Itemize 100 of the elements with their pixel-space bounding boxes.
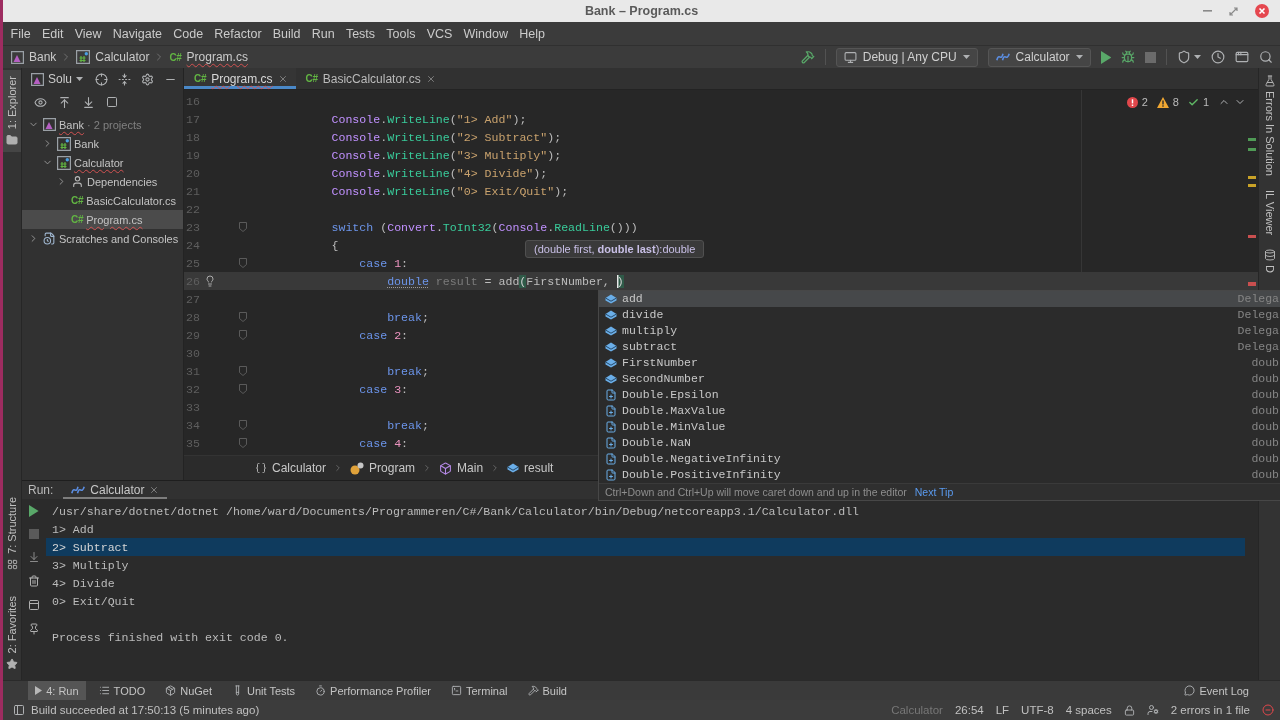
menu-item[interactable]: View xyxy=(69,26,108,41)
play-icon[interactable] xyxy=(29,505,39,517)
close-icon[interactable] xyxy=(149,485,160,495)
menu-item[interactable]: Refactor xyxy=(208,26,268,41)
configuration-dropdown[interactable]: Debug | Any CPU xyxy=(835,47,978,67)
window-icon[interactable] xyxy=(1235,50,1249,64)
tool-window-tab[interactable]: Errors In Solution xyxy=(1263,72,1276,179)
status-item[interactable]: 26:54 xyxy=(954,704,984,716)
status-item[interactable]: UTF-8 xyxy=(1021,704,1054,716)
status-item[interactable]: 4 spaces xyxy=(1065,704,1112,716)
completion-item[interactable]: add Delega xyxy=(599,291,1280,307)
completion-item[interactable]: subtract Delega xyxy=(599,339,1280,355)
menu-item[interactable]: Code xyxy=(167,26,209,41)
list-icon xyxy=(98,685,110,696)
tool-window-tab[interactable]: D xyxy=(1263,246,1276,277)
run-target-dropdown[interactable]: Calculator xyxy=(987,47,1091,67)
crosshair-icon[interactable] xyxy=(95,72,108,86)
status-item[interactable]: LF xyxy=(995,704,1010,716)
tool-window-tab[interactable]: 2: Favorites xyxy=(3,589,21,676)
close-icon[interactable] xyxy=(425,73,436,84)
message-icon xyxy=(1184,685,1196,696)
completion-item[interactable]: Double.Epsilon doub xyxy=(599,387,1280,403)
clock-icon[interactable] xyxy=(1211,50,1225,64)
arrow-up-icon[interactable] xyxy=(58,95,71,109)
menu-item[interactable]: Build xyxy=(267,26,307,41)
pin-icon[interactable] xyxy=(28,623,40,635)
tool-window-button[interactable]: Unit Tests xyxy=(225,681,303,700)
breadcrumb-item[interactable]: Bank xyxy=(11,50,57,64)
tree-item[interactable]: Bank xyxy=(22,134,183,153)
menu-item[interactable]: Edit xyxy=(36,26,70,41)
completion-item[interactable]: FirstNumber doub xyxy=(599,355,1280,371)
menu-item[interactable]: VCS xyxy=(421,26,458,41)
tool-window-tab[interactable]: 1: Explorer xyxy=(3,70,21,153)
breadcrumb-item[interactable]: Calculator xyxy=(76,50,150,64)
play-icon[interactable] xyxy=(1100,50,1111,64)
completion-item[interactable]: Double.PositiveInfinity doub xyxy=(599,467,1280,483)
file-plus-icon xyxy=(605,453,617,465)
run-tab[interactable]: Calculator xyxy=(63,481,168,499)
next-tip-link[interactable]: Next Tip xyxy=(914,486,954,498)
tree-item[interactable]: C# BasicCalculator.cs xyxy=(22,191,183,210)
menu-item[interactable]: Tools xyxy=(380,26,422,41)
trash-icon[interactable] xyxy=(28,575,40,587)
tool-window-tab[interactable]: 7: Structure xyxy=(3,490,21,576)
tree-item[interactable]: Dependencies xyxy=(22,172,183,191)
menu-item[interactable]: Help xyxy=(513,26,551,41)
menu-item[interactable]: Navigate xyxy=(107,26,168,41)
breadcrumb-item[interactable]: Calculator xyxy=(255,461,327,475)
tool-window-button[interactable]: 4: Run xyxy=(28,681,86,700)
menu-item[interactable]: Tests xyxy=(340,26,381,41)
menu-item[interactable]: Window xyxy=(457,26,514,41)
editor-tab[interactable]: C# Program.cs xyxy=(184,68,296,89)
breadcrumb-item[interactable]: Program xyxy=(350,461,416,475)
breadcrumb-item[interactable]: Main xyxy=(439,461,484,475)
arrow-down-icon[interactable] xyxy=(28,551,40,563)
editor-tab[interactable]: C# BasicCalculator.cs xyxy=(295,68,444,89)
completion-item[interactable]: SecondNumber doub xyxy=(599,371,1280,387)
collapse-icon[interactable] xyxy=(118,72,131,86)
completion-item[interactable]: Double.MaxValue doub xyxy=(599,403,1280,419)
tree-item[interactable]: Scratches and Consoles xyxy=(22,229,183,248)
completion-item[interactable]: divide Delega xyxy=(599,307,1280,323)
menu-item[interactable]: Run xyxy=(306,26,341,41)
close-icon[interactable] xyxy=(1255,4,1269,18)
tree-item[interactable]: C# Program.cs xyxy=(22,210,183,229)
search-icon[interactable] xyxy=(1259,50,1273,64)
completion-item[interactable]: multiply Delega xyxy=(599,323,1280,339)
eye-icon[interactable] xyxy=(34,95,47,109)
status-item[interactable]: 2 errors in 1 file xyxy=(1170,704,1250,716)
tool-window-button[interactable]: Event Log xyxy=(1177,681,1256,700)
tool-window-button[interactable]: Terminal xyxy=(443,681,515,700)
tool-window-button[interactable]: NuGet xyxy=(158,681,219,700)
shield-icon[interactable] xyxy=(1177,50,1191,64)
bug-icon[interactable] xyxy=(1121,50,1135,64)
restore-icon[interactable] xyxy=(1229,6,1238,16)
lock-icon[interactable] xyxy=(1123,704,1135,716)
tree-item[interactable]: Calculator xyxy=(22,153,183,172)
arrow-down-icon[interactable] xyxy=(82,95,95,109)
completion-type: doub xyxy=(1251,451,1280,467)
user-gear-icon[interactable] xyxy=(1146,704,1159,716)
gear-icon[interactable] xyxy=(141,72,154,86)
completion-item[interactable]: Double.NaN doub xyxy=(599,435,1280,451)
window-icon[interactable] xyxy=(28,599,40,611)
completion-item[interactable]: Double.MinValue doub xyxy=(599,419,1280,435)
close-icon[interactable] xyxy=(277,73,288,84)
square-icon[interactable] xyxy=(106,96,118,108)
tool-window-button[interactable]: Build xyxy=(520,681,574,700)
tool-window-button[interactable]: Performance Profiler xyxy=(308,681,438,700)
hammer-icon[interactable] xyxy=(800,50,815,64)
caret-icon[interactable] xyxy=(1194,55,1201,59)
breadcrumb-item[interactable]: C# Program.cs xyxy=(169,50,248,64)
completion-item[interactable]: Double.NegativeInfinity doub xyxy=(599,451,1280,467)
code-line: case 1: xyxy=(359,256,409,270)
breadcrumb-item[interactable]: result xyxy=(507,461,554,475)
tool-window-tab[interactable]: IL Viewer xyxy=(1263,187,1276,239)
file-plus-icon xyxy=(605,469,617,481)
menu-item[interactable]: File xyxy=(5,26,37,41)
code-line: case 2: xyxy=(359,328,409,342)
tree-item[interactable]: Bank · 2 projects xyxy=(22,115,183,134)
tool-window-button[interactable]: TODO xyxy=(91,681,153,700)
bulb-icon[interactable] xyxy=(204,275,216,287)
panel-title-dropdown[interactable]: Solu xyxy=(31,72,84,86)
